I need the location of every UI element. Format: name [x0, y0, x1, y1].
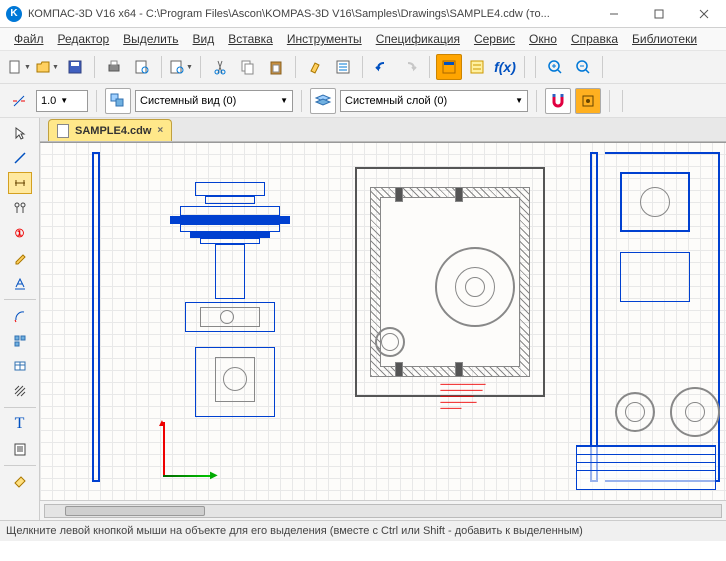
menu-service[interactable]: Сервис — [468, 30, 521, 48]
workarea: ① T SAMPLE4.cdw × — [0, 118, 726, 520]
views-icon[interactable] — [105, 88, 131, 114]
close-button[interactable] — [681, 0, 726, 28]
library-button[interactable] — [436, 54, 462, 80]
paste-button[interactable] — [263, 54, 289, 80]
tab-close-icon[interactable]: × — [157, 125, 163, 136]
document-properties-button[interactable] — [330, 54, 356, 80]
symbol-tool-icon[interactable] — [8, 197, 32, 219]
layer-combo[interactable]: Системный слой (0)▼ — [340, 90, 528, 112]
zoom-in-button[interactable] — [542, 54, 568, 80]
maximize-button[interactable] — [636, 0, 681, 28]
copy-button[interactable] — [235, 54, 261, 80]
view-combo[interactable]: Системный вид (0)▼ — [135, 90, 293, 112]
variables-button[interactable] — [464, 54, 490, 80]
tab-label: SAMPLE4.cdw — [75, 125, 151, 137]
hatch-tool-icon[interactable] — [8, 380, 32, 402]
document-tabs: SAMPLE4.cdw × — [40, 118, 726, 142]
fx-button[interactable]: f(x) — [492, 54, 518, 80]
spec-tool-icon[interactable] — [8, 438, 32, 460]
menu-spec[interactable]: Спецификация — [370, 30, 466, 48]
parameter-tool-icon[interactable] — [8, 272, 32, 294]
titlebar: K КОМПАС-3D V16 x64 - C:\Program Files\A… — [0, 0, 726, 28]
dimension-tool-icon[interactable] — [8, 172, 32, 194]
measure-tool-icon[interactable] — [8, 471, 32, 493]
format-painter-button[interactable] — [302, 54, 328, 80]
main-toolbar: ▼ ▼ ▼ f(x) — [0, 50, 726, 84]
minimize-button[interactable] — [591, 0, 636, 28]
menu-editor[interactable]: Редактор — [52, 30, 116, 48]
horizontal-scrollbar[interactable] — [40, 500, 726, 520]
menu-tools[interactable]: Инструменты — [281, 30, 368, 48]
drawing-canvas[interactable]: ▲ ▶ — [40, 142, 726, 500]
menu-libs[interactable]: Библиотеки — [626, 30, 703, 48]
scale-icon[interactable] — [6, 88, 32, 114]
redo-button[interactable] — [397, 54, 423, 80]
scale-combo[interactable]: 1.0▼ — [36, 90, 88, 112]
view-toolbar: 1.0▼ Системный вид (0)▼ Системный слой (… — [0, 84, 726, 118]
print-button[interactable] — [101, 54, 127, 80]
app-logo-icon: K — [6, 6, 22, 22]
table-tool-icon[interactable] — [8, 355, 32, 377]
document-icon — [57, 124, 69, 138]
text-tool-icon[interactable]: T — [8, 413, 32, 435]
open-button[interactable]: ▼ — [34, 54, 60, 80]
window-title: КОМПАС-3D V16 x64 - C:\Program Files\Asc… — [28, 8, 591, 20]
properties-button[interactable]: ▼ — [168, 54, 194, 80]
menu-file[interactable]: Файл — [8, 30, 50, 48]
statusbar: Щелкните левой кнопкой мыши на объекте д… — [0, 520, 726, 541]
scroll-thumb[interactable] — [65, 506, 205, 516]
cut-button[interactable] — [207, 54, 233, 80]
leader-tool-icon[interactable]: ① — [8, 222, 32, 244]
print-preview-button[interactable] — [129, 54, 155, 80]
layers-icon[interactable] — [310, 88, 336, 114]
line-tool-icon[interactable] — [8, 147, 32, 169]
status-text: Щелкните левой кнопкой мыши на объекте д… — [6, 525, 583, 537]
title-block — [576, 445, 716, 490]
menu-window[interactable]: Окно — [523, 30, 563, 48]
edit-tool-icon[interactable] — [8, 247, 32, 269]
menu-help[interactable]: Справка — [565, 30, 624, 48]
undo-button[interactable] — [369, 54, 395, 80]
arc-tool-icon[interactable] — [8, 305, 32, 327]
save-button[interactable] — [62, 54, 88, 80]
snap-button[interactable] — [575, 88, 601, 114]
menu-select[interactable]: Выделить — [117, 30, 184, 48]
zoom-out-button[interactable] — [570, 54, 596, 80]
document-tab[interactable]: SAMPLE4.cdw × — [48, 119, 172, 141]
menubar: Файл Редактор Выделить Вид Вставка Инстр… — [0, 28, 726, 50]
menu-view[interactable]: Вид — [187, 30, 221, 48]
tool-panel: ① T — [0, 118, 40, 520]
menu-insert[interactable]: Вставка — [222, 30, 279, 48]
views-tool-icon[interactable] — [8, 330, 32, 352]
pointer-tool-icon[interactable] — [8, 122, 32, 144]
new-button[interactable]: ▼ — [6, 54, 32, 80]
magnet-button[interactable] — [545, 88, 571, 114]
